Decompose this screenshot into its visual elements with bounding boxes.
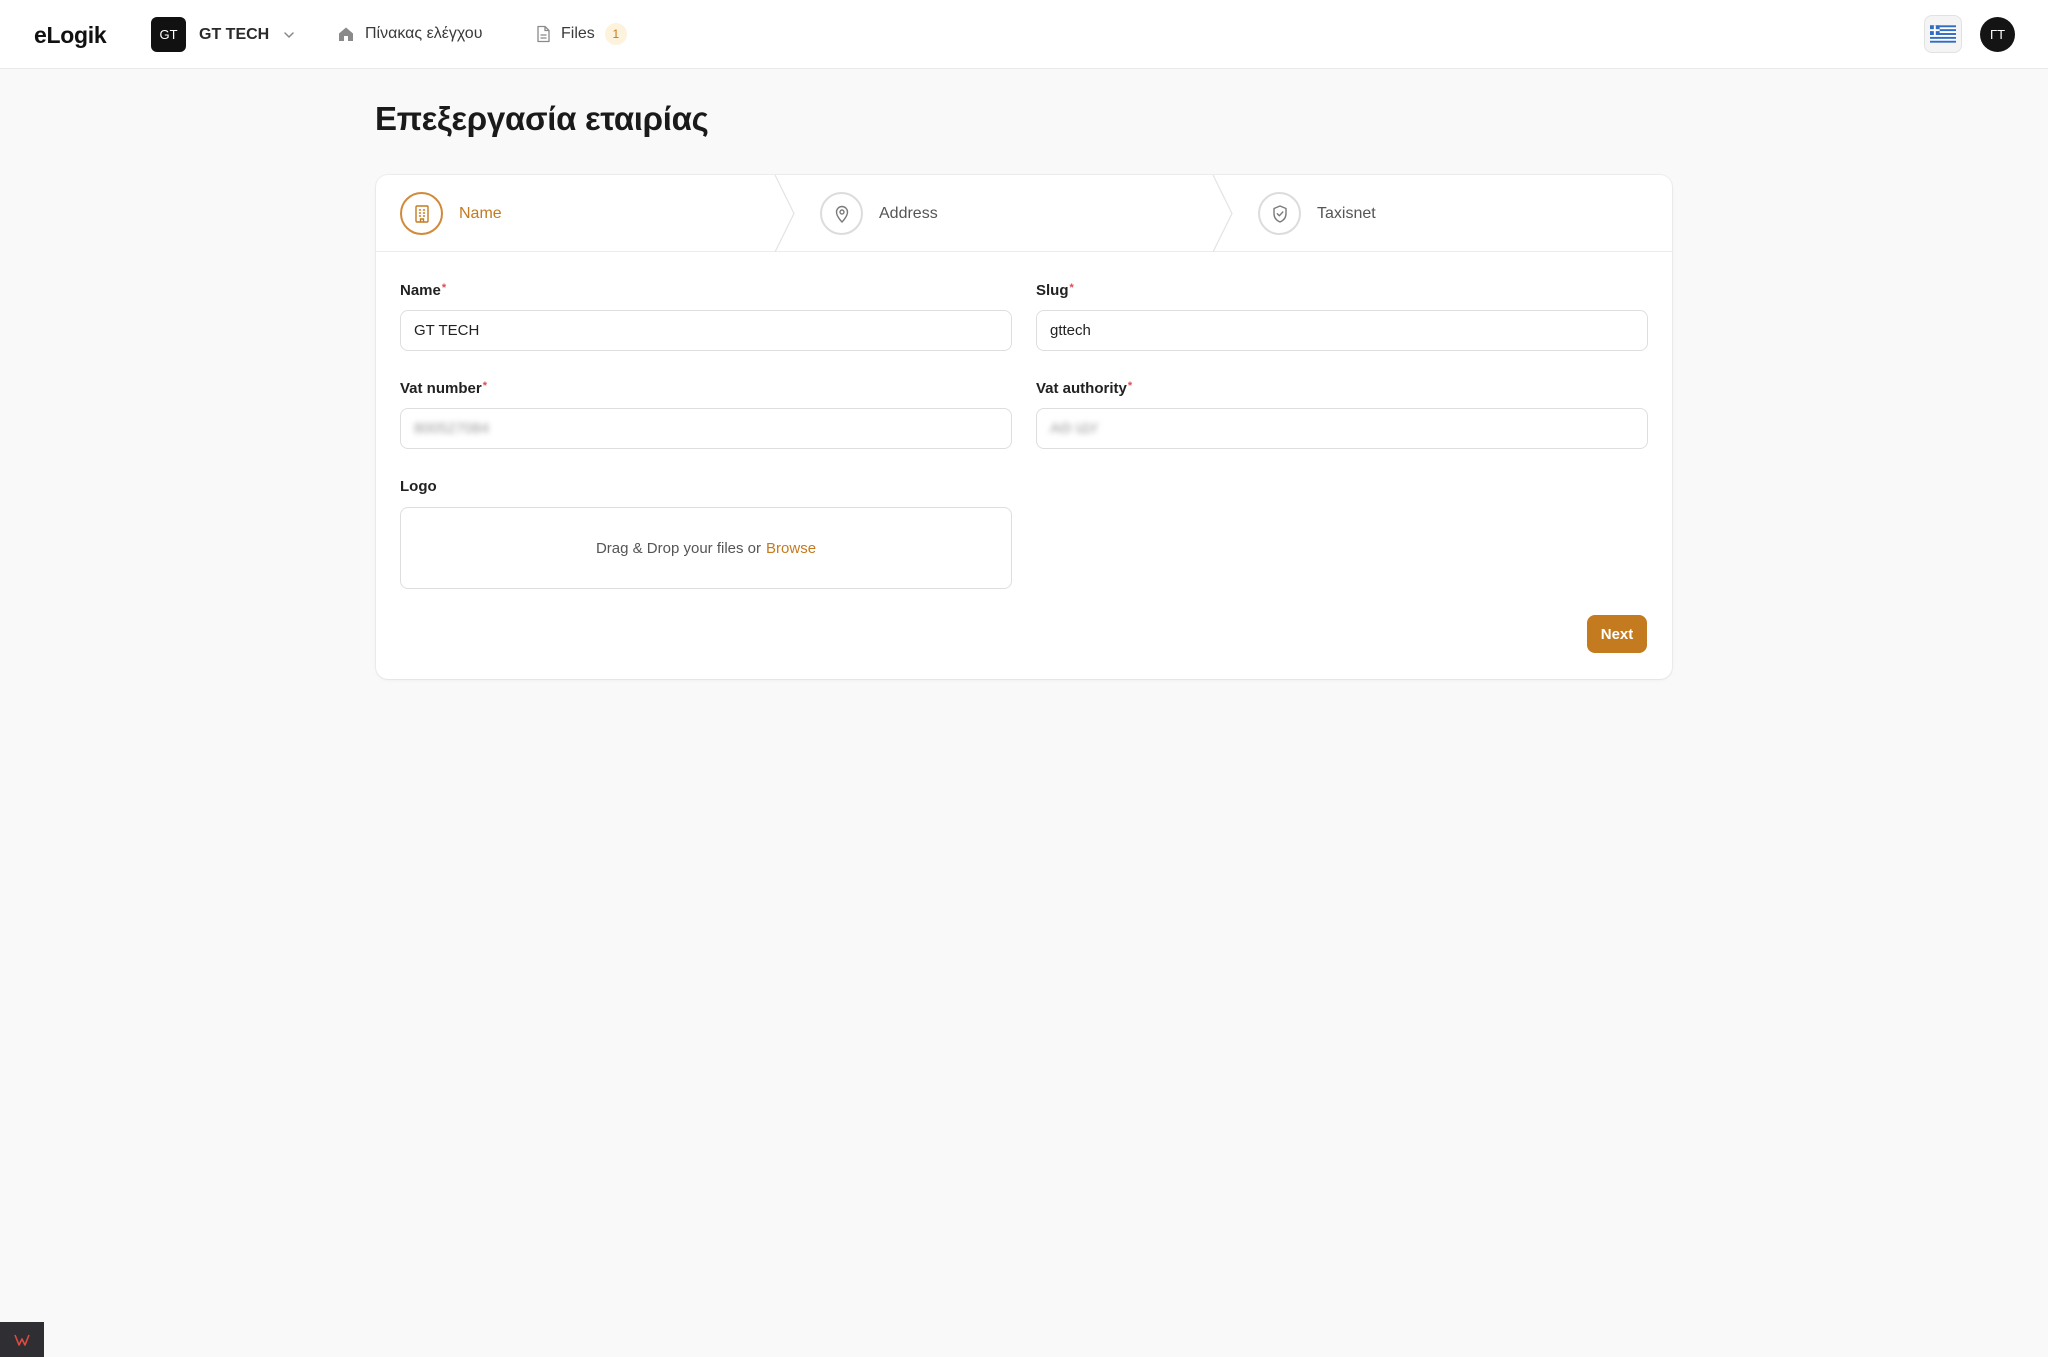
company-name: GT TECH [199,25,270,43]
vat-number-label-text: Vat number [400,380,482,397]
name-label-text: Name [400,282,441,299]
edit-company-card: Name Address Taxisnet Name* GT TECH Slug… [376,175,1672,679]
vat-authority-input[interactable]: ΑΘ ΙΔΥ [1036,408,1648,449]
page-title: Επεξεργασία εταιρίας [375,100,709,137]
vat-number-label: Vat number* [400,380,487,397]
name-label: Name* [400,282,446,299]
user-avatar[interactable]: ΓΤ [1980,17,2015,52]
file-icon [537,25,550,43]
home-icon [339,27,353,41]
greek-flag-icon [1930,25,1956,43]
required-mark: * [1127,380,1133,392]
slug-input[interactable]: gttech [1036,310,1648,351]
company-badge: GT [151,17,186,52]
brand-logo[interactable]: eLogik [34,22,107,49]
dropzone-text: Drag & Drop your files or [595,539,762,557]
vat-authority-input-value: ΑΘ ΙΔΥ [1050,420,1099,437]
required-mark: * [441,282,447,294]
step-name-label: Name [459,204,502,222]
required-mark: * [482,380,487,392]
step-name[interactable]: Name [400,175,502,252]
step-taxisnet-circle [1258,192,1301,235]
step-taxisnet[interactable]: Taxisnet [1258,175,1376,252]
required-mark: * [1069,282,1074,294]
vat-number-input[interactable]: 800527084 [400,408,1012,449]
step-name-circle [400,192,443,235]
step-address-label: Address [879,204,938,222]
step-address-circle [820,192,863,235]
debugbar-toggle[interactable] [0,1322,44,1357]
logo-label: Logo [400,478,437,495]
slug-input-value: gttech [1050,322,1091,339]
vat-authority-label: Vat authority* [1036,380,1132,397]
nav-files-link[interactable]: Files 1 [535,22,627,46]
nav-dashboard-link[interactable]: Πίνακας ελέγχου [337,22,482,46]
company-switcher[interactable]: GT GT TECH [151,17,296,52]
nav-files-label: Files [561,25,595,42]
stepper: Name Address Taxisnet [376,175,1672,252]
top-navbar: eLogik GT GT TECH Πίνακας ελέγχου Files … [0,0,2048,69]
next-button[interactable]: Next [1587,615,1647,653]
nav-dashboard-label: Πίνακας ελέγχου [365,25,483,42]
vat-authority-label-text: Vat authority [1036,380,1127,397]
map-pin-icon [835,205,848,223]
name-input-value: GT TECH [414,322,480,339]
building-icon [414,204,429,223]
chevron-down-icon [284,31,294,38]
vat-number-input-value: 800527084 [414,420,490,437]
step-taxisnet-label: Taxisnet [1317,204,1376,222]
slug-label-text: Slug [1036,282,1069,299]
files-count-badge: 1 [604,23,627,45]
step-separator [1212,175,1233,252]
slug-label: Slug* [1036,282,1074,299]
language-switcher[interactable] [1924,15,1962,53]
shield-check-icon [1272,204,1287,223]
browse-link[interactable]: Browse [766,540,816,557]
step-address[interactable]: Address [820,175,938,252]
logo-dropzone[interactable]: Drag & Drop your files or Browse [400,507,1012,589]
debug-logo-icon [14,1334,30,1346]
name-input[interactable]: GT TECH [400,310,1012,351]
step-separator [774,175,795,252]
